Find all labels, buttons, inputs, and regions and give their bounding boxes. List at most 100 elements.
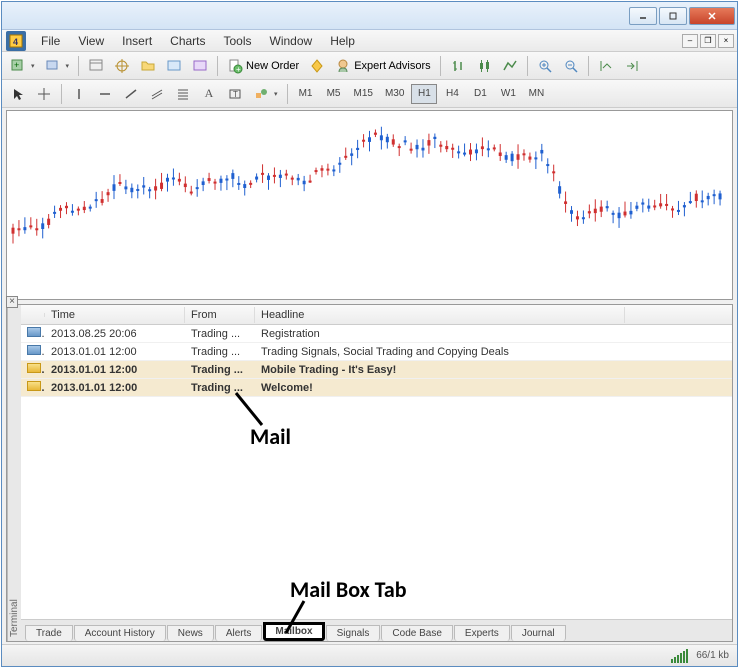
data-window-button[interactable] [136,55,160,77]
menu-window[interactable]: Window [261,32,322,50]
strategy-tester-button[interactable] [188,55,212,77]
timeframe-m5[interactable]: M5 [321,84,347,104]
zoom-in-button[interactable] [533,55,557,77]
crosshair-icon [114,58,130,74]
tab-account-history[interactable]: Account History [74,625,166,641]
timeframe-m30[interactable]: M30 [380,84,409,104]
new-chart-button[interactable]: +▾ [6,55,39,77]
menu-file[interactable]: File [32,32,69,50]
terminal-label: Terminal [7,305,21,641]
fibonacci-tool[interactable] [171,83,195,105]
col-from-header[interactable]: From [185,307,255,323]
market-watch-button[interactable] [84,55,108,77]
candle-chart-button[interactable] [472,55,496,77]
crosshair-small-icon [36,86,52,102]
app-icon: 4 [6,31,26,51]
profile-icon [45,58,61,74]
new-order-button[interactable]: +New Order [223,55,303,77]
tester-icon [192,58,208,74]
channel-tool[interactable] [145,83,169,105]
connection-status: 66/1 kb [696,650,729,661]
menu-view[interactable]: View [69,32,113,50]
menu-tools[interactable]: Tools [215,32,261,50]
shapes-icon [253,86,269,102]
menu-charts[interactable]: Charts [161,32,214,50]
mail-time: 2013.01.01 12:00 [45,363,185,377]
close-button[interactable] [689,7,735,25]
panel-close-button[interactable]: × [6,296,18,308]
timeframe-h4[interactable]: H4 [439,84,465,104]
tab-signals[interactable]: Signals [326,625,381,641]
app-window: 4 File View Insert Charts Tools Window H… [1,1,738,667]
text-label-tool[interactable]: T [223,83,247,105]
timeframe-m1[interactable]: M1 [293,84,319,104]
timeframe-h1[interactable]: H1 [411,84,437,104]
candlestick-chart [7,111,732,299]
mdi-close-button[interactable]: × [718,34,734,48]
mail-from: Trading ... [185,327,255,341]
expert-advisors-button[interactable]: Expert Advisors [331,55,434,77]
mail-time: 2013.08.25 20:06 [45,327,185,341]
horizontal-line-tool[interactable] [93,83,117,105]
timeframe-w1[interactable]: W1 [495,84,521,104]
crosshair-tool[interactable] [32,83,56,105]
folder-icon [140,58,156,74]
mail-row[interactable]: 2013.01.01 12:00Trading ...Trading Signa… [21,343,732,361]
mail-from: Trading ... [185,363,255,377]
tab-code-base[interactable]: Code Base [381,625,452,641]
tab-trade[interactable]: Trade [25,625,73,641]
bar-chart-button[interactable] [446,55,470,77]
mail-unread-icon [27,363,41,373]
expert-icon [335,58,351,74]
cursor-icon [10,86,26,102]
trendline-icon [123,86,139,102]
objects-tool[interactable]: ▾ [249,83,282,105]
mail-row[interactable]: 2013.08.25 20:06Trading ...Registration [21,325,732,343]
mdi-minimize-button[interactable]: – [682,34,698,48]
tab-news[interactable]: News [167,625,214,641]
mail-read-icon [27,327,41,337]
chart-shift-button[interactable] [620,55,644,77]
mdi-restore-button[interactable]: ❐ [700,34,716,48]
svg-text:4: 4 [13,37,18,47]
line-chart-button[interactable] [498,55,522,77]
zoom-out-button[interactable] [559,55,583,77]
col-time-header[interactable]: Time [45,307,185,323]
auto-scroll-button[interactable] [594,55,618,77]
meta-quotes-button[interactable] [305,55,329,77]
label-icon: T [227,86,243,102]
mail-table: Time From Headline 2013.08.25 20:06Tradi… [21,305,732,619]
tab-journal[interactable]: Journal [511,625,566,641]
statusbar: 66/1 kb [2,644,737,666]
minimize-button[interactable] [629,7,657,25]
cursor-tool[interactable] [6,83,30,105]
mail-headline: Registration [255,327,625,341]
navigator-button[interactable] [110,55,134,77]
zoom-in-icon [537,58,553,74]
timeframe-d1[interactable]: D1 [467,84,493,104]
col-headline-header[interactable]: Headline [255,307,625,323]
mail-row[interactable]: 2013.01.01 12:00Trading ...Welcome! [21,379,732,397]
chart-area[interactable] [6,110,733,300]
diamond-icon [309,58,325,74]
svg-text:T: T [233,90,238,99]
mail-row[interactable]: 2013.01.01 12:00Trading ...Mobile Tradin… [21,361,732,379]
terminal-button[interactable] [162,55,186,77]
maximize-button[interactable] [659,7,687,25]
menu-help[interactable]: Help [321,32,364,50]
auto-scroll-icon [598,58,614,74]
menu-insert[interactable]: Insert [113,32,161,50]
terminal-icon [166,58,182,74]
trendline-tool[interactable] [119,83,143,105]
text-tool[interactable]: A [197,83,221,105]
profiles-button[interactable]: ▾ [41,55,74,77]
mail-read-icon [27,345,41,355]
tab-alerts[interactable]: Alerts [215,625,263,641]
vline-icon [71,86,87,102]
annotation-mailbox-line [280,599,310,635]
mail-headline: Welcome! [255,381,625,395]
timeframe-mn[interactable]: MN [523,84,549,104]
vertical-line-tool[interactable] [67,83,91,105]
tab-experts[interactable]: Experts [454,625,510,641]
timeframe-m15[interactable]: M15 [349,84,378,104]
